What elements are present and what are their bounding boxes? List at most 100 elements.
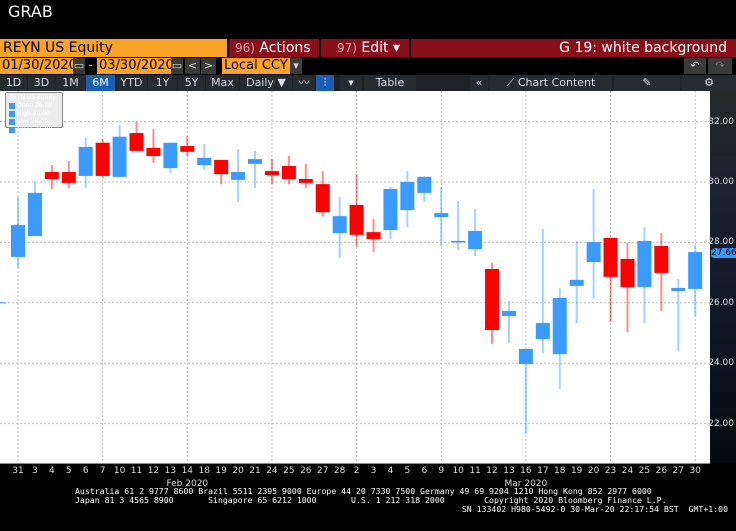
chart-content-button[interactable]: ⟋ Chart Content xyxy=(490,75,612,91)
date-dash: - xyxy=(88,58,93,73)
candle-body xyxy=(11,224,25,257)
candle-body xyxy=(552,297,567,355)
line-chart-icon[interactable]: 〰 xyxy=(293,75,315,91)
x-tick-label: 20 xyxy=(232,466,244,476)
x-tick-label: 3 xyxy=(32,466,38,476)
x-tick-label: 26 xyxy=(300,466,312,476)
candle-body xyxy=(332,216,347,234)
undo-button[interactable]: ↶ xyxy=(684,58,706,74)
candle-body xyxy=(112,136,127,177)
x-tick-label: 19 xyxy=(215,466,227,476)
x-tick-label: 17 xyxy=(537,466,549,476)
gear-icon[interactable]: ⚙ xyxy=(682,75,736,91)
x-tick-label: 13 xyxy=(503,466,515,476)
end-date-input[interactable]: 03/30/2020 xyxy=(97,58,174,74)
chevron-down-icon[interactable]: ▾ xyxy=(290,58,302,74)
calendar-icon[interactable]: ▭ xyxy=(73,58,85,74)
period-tab-5y[interactable]: 5Y xyxy=(178,75,205,91)
x-tick-label: 5 xyxy=(65,466,72,476)
chart-content-icon: ⟋ xyxy=(506,76,518,89)
x-tick-label: 4 xyxy=(387,466,394,476)
candle-body xyxy=(180,146,195,152)
candlestick-icon[interactable]: ⫶ xyxy=(316,75,334,91)
y-tick-label: 32.00 xyxy=(708,116,734,127)
period-tab-6m[interactable]: 6M xyxy=(86,75,115,91)
edit-number: 97) xyxy=(337,41,357,55)
price-chart[interactable] xyxy=(0,91,710,463)
last-price-tag: 27.66 xyxy=(711,247,736,258)
candle-body xyxy=(95,142,110,176)
actions-number: 96) xyxy=(235,41,255,55)
y-tick-label: 30.00 xyxy=(708,177,734,187)
period-tab-1m[interactable]: 1M xyxy=(56,75,85,91)
period-tab-3d[interactable]: 3D xyxy=(28,75,55,91)
candle-body xyxy=(298,178,313,183)
x-tick-label: 27 xyxy=(317,466,329,476)
candle-body xyxy=(44,172,59,179)
annotate-icon[interactable]: ✎ xyxy=(614,75,680,91)
period-tab-daily[interactable]: Daily ▼ xyxy=(240,75,292,91)
x-tick-label: 16 xyxy=(520,466,532,476)
x-tick-label: 10 xyxy=(452,466,464,476)
candle-body xyxy=(569,279,584,286)
calendar-icon[interactable]: ▭ xyxy=(171,58,183,74)
prev-button[interactable]: < xyxy=(185,58,200,74)
x-tick-label: 4 xyxy=(48,466,55,476)
next-button[interactable]: > xyxy=(201,58,216,74)
candle-body xyxy=(366,232,381,240)
x-tick-label: 21 xyxy=(249,466,261,476)
x-tick-label: 23 xyxy=(604,466,617,476)
x-tick-label: 14 xyxy=(181,466,194,476)
x-tick-label: 10 xyxy=(113,466,126,476)
legend-row: Low 26.00 xyxy=(9,118,59,126)
period-tab-max[interactable]: Max xyxy=(206,75,239,91)
candle-body xyxy=(248,159,263,164)
candle-body xyxy=(315,184,330,213)
x-tick-label: 6 xyxy=(421,466,428,476)
x-tick-label: 12 xyxy=(147,466,160,476)
x-tick-label: 31 xyxy=(12,466,24,476)
x-tick-label: 25 xyxy=(638,466,651,476)
period-tab-ytd[interactable]: YTD xyxy=(116,75,147,91)
candle-body xyxy=(146,147,161,157)
candle-body xyxy=(264,171,279,176)
candle-body xyxy=(281,165,296,179)
x-tick-label: 12 xyxy=(486,466,498,476)
x-tick-label: 27 xyxy=(672,466,684,476)
y-tick-label: 26.00 xyxy=(708,297,734,308)
x-tick-label: 18 xyxy=(198,466,210,476)
chart-legend: REYN US Equity Open 26.00 High 26.00 Low… xyxy=(5,92,63,133)
candle-body xyxy=(501,310,516,317)
window-title: GRAB xyxy=(8,2,53,21)
candle-body xyxy=(78,146,93,176)
candle-body xyxy=(620,259,635,288)
candle-body xyxy=(603,237,618,277)
candle-body xyxy=(485,268,500,330)
x-tick-label: 28 xyxy=(333,466,346,476)
security-field[interactable]: REYN US Equity xyxy=(0,39,227,57)
chevron-down-icon[interactable]: ▾ xyxy=(340,75,362,91)
start-date-input[interactable]: 01/30/2020 xyxy=(0,58,77,74)
collapse-button[interactable]: « xyxy=(470,75,488,91)
function-title: G 19: white background xyxy=(411,39,736,57)
period-tab-1d[interactable]: 1D xyxy=(0,75,27,91)
x-tick-label: 11 xyxy=(130,466,143,476)
x-tick-label: 26 xyxy=(655,466,668,476)
y-tick-label: 22.00 xyxy=(708,418,734,429)
table-button[interactable]: Table xyxy=(364,75,416,91)
period-tab-1y[interactable]: 1Y xyxy=(148,75,177,91)
redo-button[interactable]: ↷ xyxy=(708,58,732,74)
actions-menu[interactable]: 96) Actions ▾ xyxy=(229,39,319,74)
x-tick-label: 25 xyxy=(283,466,295,476)
x-tick-label: 2 xyxy=(353,466,360,476)
candle-body xyxy=(518,349,533,365)
x-tick-label: 18 xyxy=(554,466,566,476)
footer: Australia 61 2 9777 8600 Brazil 5511 239… xyxy=(0,487,736,514)
currency-select[interactable]: Local CCY xyxy=(222,58,290,74)
footer-line: SN 133402 H980-5492-0 30-Mar-20 22:17:54… xyxy=(461,504,728,514)
edit-menu[interactable]: 97) Edit ▾ xyxy=(321,39,409,57)
legend-row: Close 26.00 xyxy=(9,126,59,134)
legend-row: High 26.00 xyxy=(9,110,59,118)
candle-body xyxy=(349,204,364,235)
candle-body xyxy=(197,157,212,166)
